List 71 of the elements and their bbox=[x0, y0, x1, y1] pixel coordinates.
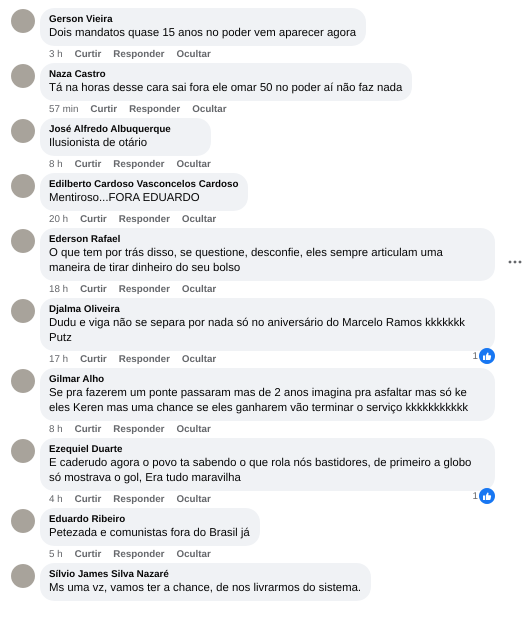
comment-action-link[interactable]: Curtir bbox=[74, 48, 102, 60]
comment-action-link[interactable]: Curtir bbox=[74, 494, 102, 504]
comment-text: O que tem por trás disso, se questione, desconfie, eles sempre articulam uma maneira de tirar dinheiro do seu bolso bbox=[49, 246, 444, 276]
comment-action-link[interactable]: Responder bbox=[118, 354, 170, 364]
avatar-photo[interactable] bbox=[11, 229, 35, 253]
commenter-name[interactable]: Sílvio James Silva Nazaré bbox=[49, 568, 362, 581]
comment-text: E caderudo agora o povo ta sabendo o que rola nós bastidores, de primeiro a globo só mostrava o gol, Era tudo maravilha bbox=[49, 456, 472, 486]
comment-time[interactable]: 18 h bbox=[49, 284, 68, 294]
comment-action-link[interactable]: Curtir bbox=[80, 214, 107, 224]
comment-action-link[interactable]: Ocultar bbox=[192, 104, 227, 114]
comment-action-link[interactable]: Curtir bbox=[74, 424, 102, 434]
comment-action-link[interactable]: Responder bbox=[113, 548, 164, 560]
avatar-photo[interactable] bbox=[11, 369, 35, 393]
commenter-name[interactable]: Eduardo Ribeiro bbox=[49, 513, 250, 526]
commenter-name[interactable]: Gilmar Alho bbox=[49, 373, 485, 386]
comment-time[interactable]: 57 min bbox=[49, 104, 78, 114]
comment-time[interactable]: 17 h bbox=[49, 354, 68, 364]
comment-action-link[interactable]: Ocultar bbox=[176, 494, 211, 504]
comment-time[interactable]: 5 h bbox=[49, 548, 63, 560]
avatar-photo[interactable] bbox=[11, 564, 35, 588]
commenter-name[interactable]: Gerson Vieira bbox=[49, 13, 356, 26]
avatar-photo[interactable] bbox=[11, 9, 35, 33]
comment-action-link[interactable]: Curtir bbox=[74, 158, 102, 170]
avatar-photo[interactable] bbox=[11, 64, 35, 88]
commenter-name[interactable]: Edilberto Cardoso Vasconcelos Cardoso bbox=[49, 178, 238, 191]
commenter-name[interactable]: Ederson Rafael bbox=[49, 233, 485, 246]
comment-text: Mentiroso...FORA EDUARDO bbox=[49, 191, 201, 206]
comment-text: Dudu e viga não se separa por nada só no aniversário do Marcelo Ramos kkkkkkk Putz bbox=[49, 316, 466, 346]
avatar-photo[interactable] bbox=[11, 299, 35, 323]
commenter-name[interactable]: José Alfredo Albuquerque bbox=[49, 123, 201, 136]
comment-action-link[interactable]: Responder bbox=[113, 424, 164, 434]
comment-action-link[interactable]: Ocultar bbox=[182, 354, 216, 364]
comment-action-link[interactable]: Responder bbox=[113, 494, 164, 504]
commenter-name[interactable]: Djalma Oliveira bbox=[49, 303, 485, 316]
comment-text: Dois mandatos quase 15 anos no poder vem aparecer agora bbox=[49, 26, 356, 41]
comment-action-link[interactable]: Ocultar bbox=[176, 424, 211, 434]
comment-action-link[interactable]: Curtir bbox=[80, 284, 107, 294]
comment-text: Petezada e comunistas fora do Brasil já bbox=[49, 526, 250, 541]
comment-action-link[interactable]: Ocultar bbox=[176, 48, 211, 60]
comment-action-link[interactable]: Responder bbox=[113, 158, 164, 170]
comment-action-link[interactable]: Curtir bbox=[74, 548, 102, 560]
comment-action-link[interactable]: Ocultar bbox=[176, 158, 211, 170]
like-count: 1 bbox=[472, 350, 478, 362]
like-icon[interactable] bbox=[479, 348, 495, 364]
comment-action-link[interactable]: Curtir bbox=[90, 104, 118, 114]
comment-time[interactable]: 4 h bbox=[49, 494, 63, 504]
avatar-photo[interactable] bbox=[11, 174, 35, 198]
avatar-photo[interactable] bbox=[11, 439, 35, 463]
comment-text: Se pra fazerem um ponte passaram mas de 2 anos imagina pra asfaltar mas só ke eles Keren mas uma chance se eles ganharem vão terminar o serviço kkkkkkkkkkk bbox=[49, 386, 470, 416]
more-options-icon[interactable] bbox=[508, 260, 522, 264]
avatar-photo[interactable] bbox=[11, 509, 35, 533]
avatar-photo[interactable] bbox=[11, 119, 35, 143]
comment-action-link[interactable]: Ocultar bbox=[182, 284, 216, 294]
comment-action-link[interactable]: Responder bbox=[113, 48, 164, 60]
comment-time[interactable]: 20 h bbox=[49, 214, 68, 224]
comment-text: Ilusionista de otário bbox=[49, 136, 148, 151]
comment-time[interactable]: 8 h bbox=[49, 424, 63, 434]
comment-action-link[interactable]: Responder bbox=[129, 104, 180, 114]
like-count: 1 bbox=[472, 490, 478, 502]
comment-action-link[interactable]: Ocultar bbox=[176, 548, 211, 560]
comment-text: Ms uma vz, vamos ter a chance, de nos livrarmos do sistema. bbox=[49, 581, 362, 596]
comment-time[interactable]: 3 h bbox=[49, 48, 63, 60]
comment-text: Tá na horas desse cara sai fora ele omar 50 no poder aí não faz nada bbox=[49, 81, 402, 96]
commenter-name[interactable]: Ezequiel Duarte bbox=[49, 443, 485, 456]
comment-action-link[interactable]: Ocultar bbox=[182, 214, 216, 224]
like-icon[interactable] bbox=[479, 488, 495, 504]
commenter-name[interactable]: Naza Castro bbox=[49, 68, 402, 81]
comment-action-link[interactable]: Responder bbox=[118, 214, 170, 224]
comment-time[interactable]: 8 h bbox=[49, 158, 63, 170]
comment-action-link[interactable]: Responder bbox=[118, 284, 170, 294]
comment-action-link[interactable]: Curtir bbox=[80, 354, 107, 364]
